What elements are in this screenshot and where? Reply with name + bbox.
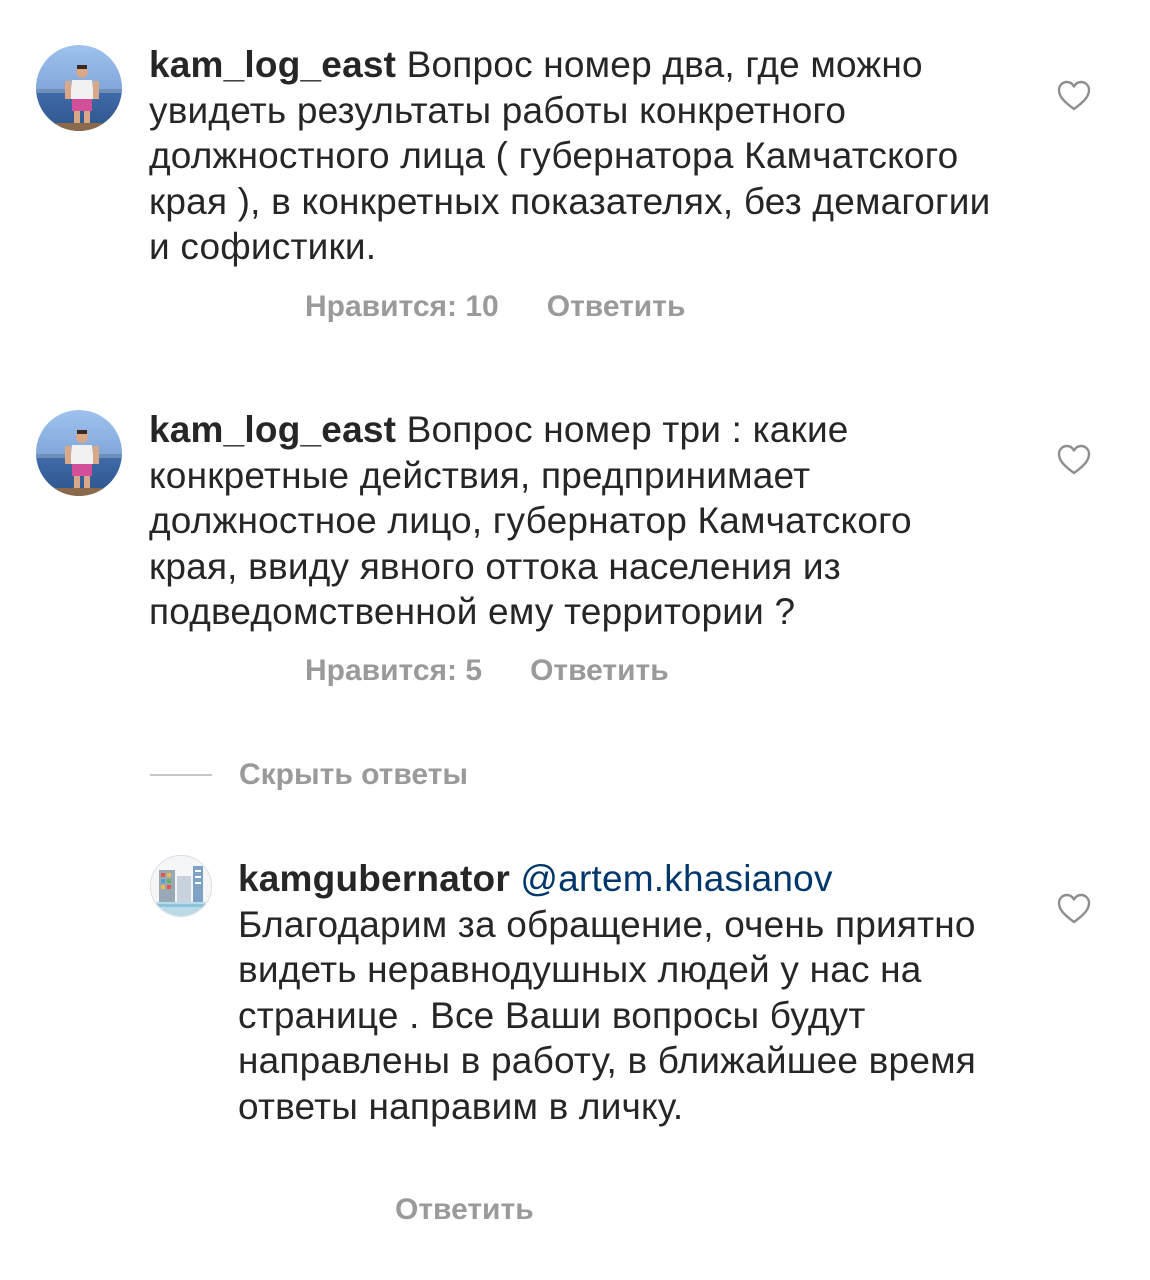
user-photo-avatar xyxy=(36,410,122,496)
commenter-avatar[interactable] xyxy=(36,45,122,131)
heart-outline-icon[interactable] xyxy=(1057,444,1091,476)
likes-count[interactable]: Нравится: 5 xyxy=(305,654,482,688)
heart-outline-icon[interactable] xyxy=(1057,893,1091,925)
reply-body: kamgubernator @artem.khasianov Благодарим… xyxy=(238,856,1018,1129)
comment-body: kam_log_east Вопрос номер два, где можно… xyxy=(149,42,1009,270)
reply-button[interactable]: Ответить xyxy=(530,654,669,688)
comment-username[interactable]: kam_log_east xyxy=(149,44,396,85)
reply-actions: Ответить xyxy=(395,1193,534,1227)
reply-username[interactable]: kamgubernator xyxy=(238,858,510,899)
comment-actions: Нравится: 5 Ответить xyxy=(305,654,669,688)
reply-button[interactable]: Ответить xyxy=(395,1193,534,1227)
user-photo-avatar xyxy=(36,45,122,131)
heart-outline-icon[interactable] xyxy=(1057,80,1091,112)
replier-avatar[interactable] xyxy=(150,855,212,917)
reply-button[interactable]: Ответить xyxy=(547,290,686,324)
divider-line xyxy=(150,774,212,776)
hide-replies-label: Скрыть ответы xyxy=(239,758,469,791)
hide-replies-toggle[interactable]: Скрыть ответы xyxy=(150,757,468,793)
mention-link[interactable]: @artem.khasianov xyxy=(520,858,832,899)
comment-username[interactable]: kam_log_east xyxy=(149,409,396,450)
comment-body: kam_log_east Вопрос номер три : какие ко… xyxy=(149,407,1009,635)
comment-actions: Нравится: 10 Ответить xyxy=(305,290,685,324)
city-illustration-avatar xyxy=(151,856,211,916)
likes-count[interactable]: Нравится: 10 xyxy=(305,290,499,324)
commenter-avatar[interactable] xyxy=(36,410,122,496)
reply-text: Благодарим за обращение, очень приятно в… xyxy=(238,903,976,1127)
